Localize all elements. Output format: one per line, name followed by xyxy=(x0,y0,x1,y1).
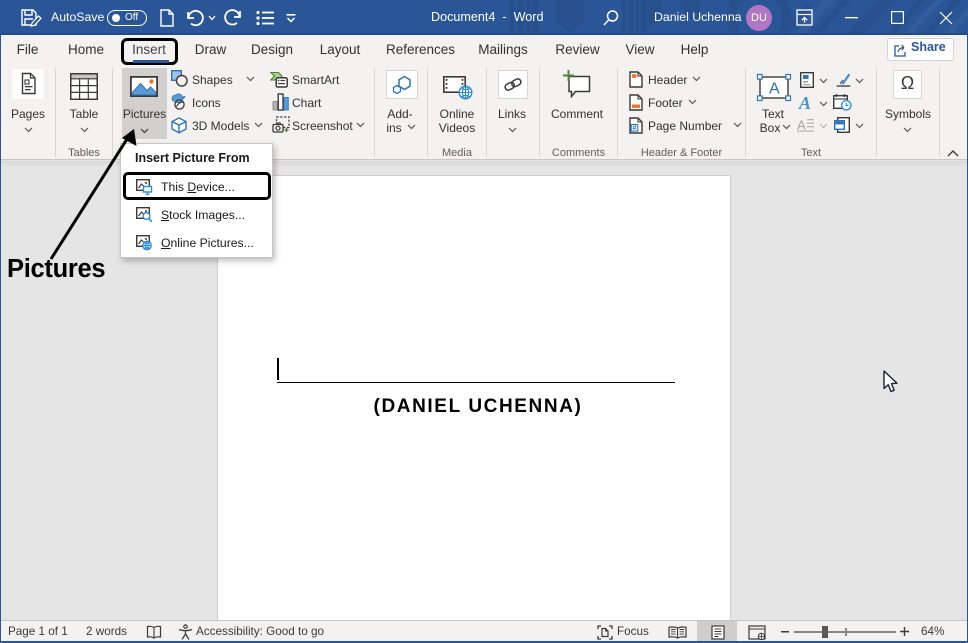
svg-text:A: A xyxy=(769,81,780,98)
svg-text:A: A xyxy=(798,94,811,111)
svg-text:A: A xyxy=(797,118,806,133)
